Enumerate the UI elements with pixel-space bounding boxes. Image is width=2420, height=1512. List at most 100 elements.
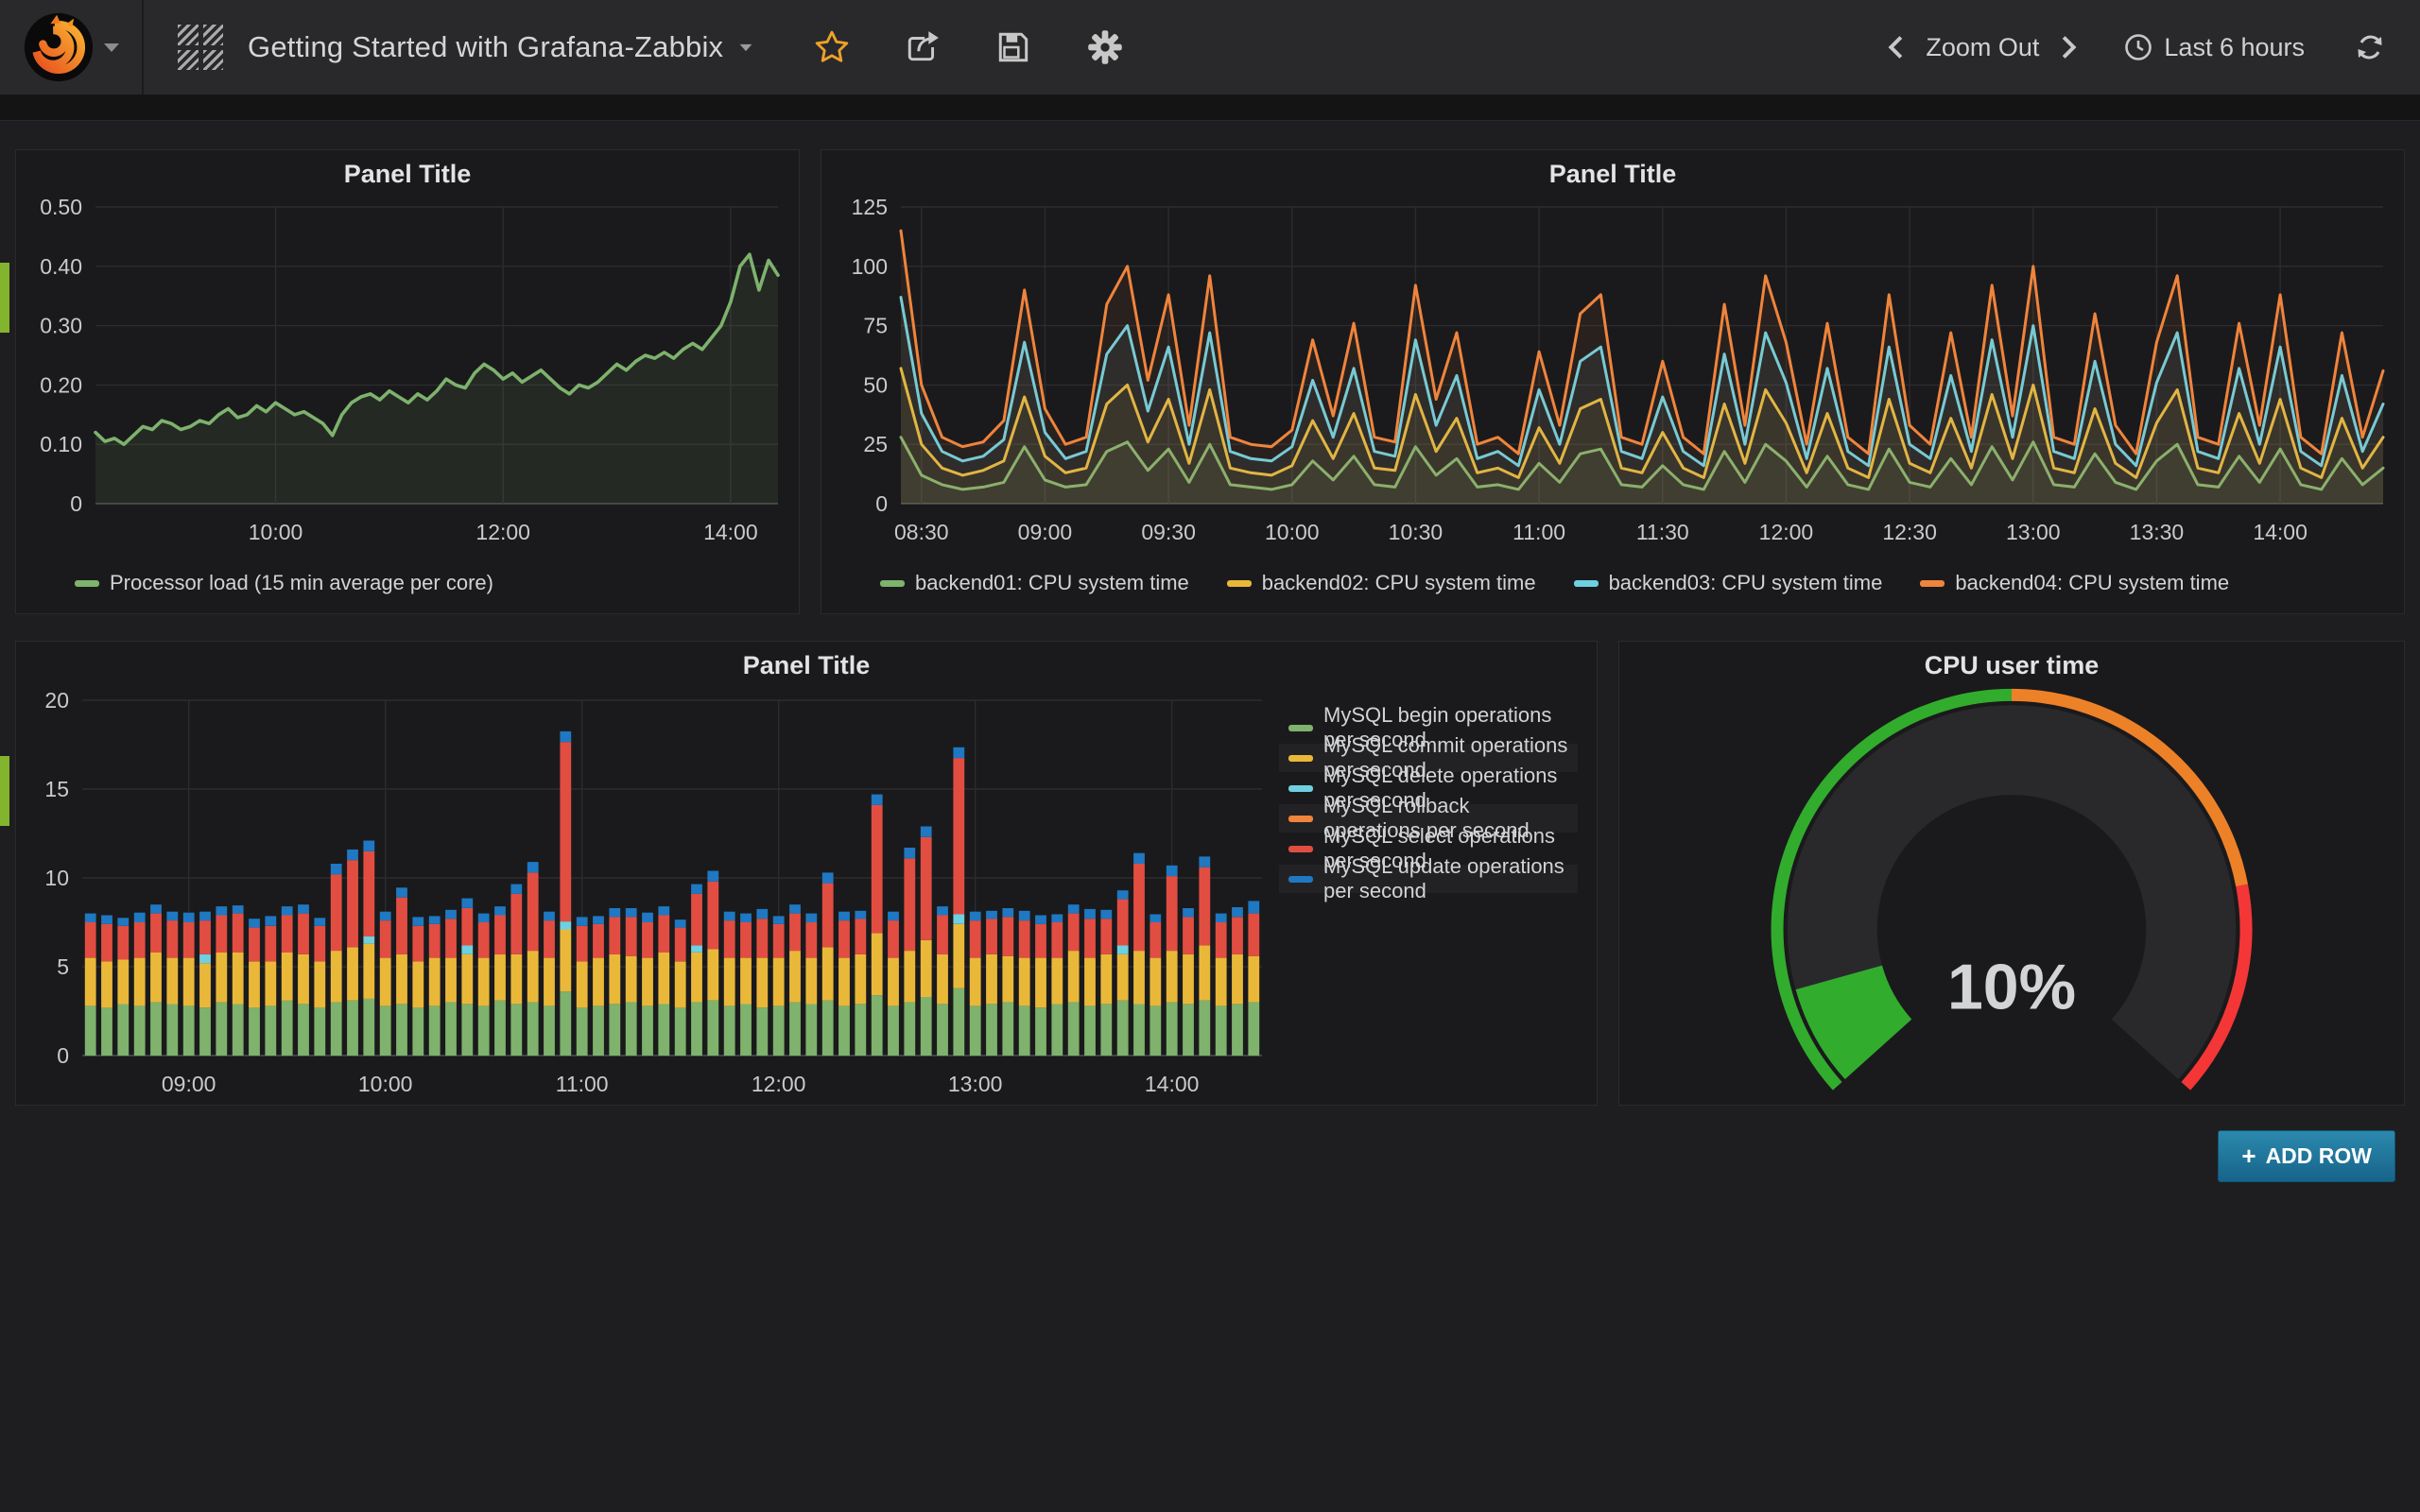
legend-color-dash xyxy=(1288,755,1313,762)
processor-load-chart[interactable]: 00.100.200.300.400.5010:0012:0014:00 xyxy=(16,196,799,553)
grafana-logo-menu[interactable] xyxy=(0,0,144,94)
bar-segment xyxy=(249,961,260,1007)
bar-segment xyxy=(216,916,227,954)
legend-item[interactable]: MySQL update operations per second xyxy=(1279,865,1578,893)
row-toggle-strip[interactable] xyxy=(0,756,9,826)
bar-segment xyxy=(805,914,817,922)
bar-segment xyxy=(150,953,162,1003)
bar-segment xyxy=(838,912,850,920)
bar-segment xyxy=(166,912,178,920)
bar-segment xyxy=(609,908,620,917)
bar-segment xyxy=(396,954,407,1005)
bar-segment xyxy=(265,916,276,925)
zoom-out-right-button[interactable] xyxy=(2060,34,2079,60)
bar-segment xyxy=(822,884,834,948)
panel-cpu-user-time-gauge: CPU user time 10% xyxy=(1618,641,2405,1106)
mysql-operations-chart[interactable]: 0510152009:0010:0011:0012:0013:0014:00 xyxy=(16,687,1275,1105)
bar-segment xyxy=(872,933,883,995)
svg-text:0: 0 xyxy=(875,491,888,516)
svg-text:10:00: 10:00 xyxy=(358,1072,413,1096)
bar-segment xyxy=(1100,1005,1112,1057)
bar-segment xyxy=(855,954,866,1005)
dashboard-title[interactable]: Getting Started with Grafana-Zabbix xyxy=(248,30,723,64)
svg-text:10:00: 10:00 xyxy=(1265,520,1320,544)
save-button[interactable] xyxy=(995,29,1031,65)
bar-segment xyxy=(461,1005,473,1057)
bar-segment xyxy=(331,951,342,1003)
bar-segment xyxy=(494,916,506,954)
chevron-down-icon[interactable] xyxy=(740,43,752,50)
bar-segment xyxy=(609,917,620,954)
save-icon xyxy=(995,29,1031,65)
bar-segment xyxy=(199,912,211,920)
refresh-button[interactable] xyxy=(2354,31,2386,63)
bar-segment xyxy=(904,1003,915,1056)
svg-text:09:00: 09:00 xyxy=(162,1072,216,1096)
legend-item[interactable]: backend02: CPU system time xyxy=(1227,571,1536,595)
bar-segment xyxy=(183,958,195,1006)
zoom-out-label[interactable]: Zoom Out xyxy=(1926,33,2039,62)
bar-segment xyxy=(1167,866,1178,876)
share-button[interactable] xyxy=(905,29,941,65)
legend-label: backend04: CPU system time xyxy=(1955,571,2229,595)
bar-segment xyxy=(216,1003,227,1056)
panel-mysql-operations: Panel Title 0510152009:0010:0011:0012:00… xyxy=(15,641,1598,1106)
navbar: Getting Started with Grafana-Zabbix xyxy=(0,0,2420,94)
bar-segment xyxy=(904,848,915,858)
legend-item[interactable]: backend03: CPU system time xyxy=(1574,571,1883,595)
bar-segment xyxy=(347,1001,358,1056)
bar-segment xyxy=(953,915,964,924)
grafana-logo-icon xyxy=(23,11,95,83)
chevron-left-icon xyxy=(1886,34,1905,60)
panel-title[interactable]: Panel Title xyxy=(16,150,799,196)
bar-segment xyxy=(183,922,195,958)
panel-title[interactable]: Panel Title xyxy=(16,642,1597,687)
legend-item[interactable]: backend04: CPU system time xyxy=(1920,571,2229,595)
bar-segment xyxy=(314,1007,325,1056)
grid-cell xyxy=(178,25,199,45)
panel-title[interactable]: Panel Title xyxy=(821,150,2404,196)
legend-item[interactable]: Processor load (15 min average per core) xyxy=(75,571,493,595)
bar-segment xyxy=(1216,958,1227,1006)
bar-segment xyxy=(478,958,490,1006)
bar-segment xyxy=(707,871,718,882)
bar-segment xyxy=(888,1005,899,1056)
bar-segment xyxy=(740,958,752,1005)
cpu-user-time-gauge: 10% xyxy=(1619,687,2404,1105)
bar-segment xyxy=(527,862,539,872)
bar-segment xyxy=(412,1007,424,1056)
grid-cell xyxy=(203,50,224,71)
bar-segment xyxy=(773,1005,785,1056)
dashboard-actions xyxy=(814,28,1124,66)
bar-segment xyxy=(1216,922,1227,958)
bar-segment xyxy=(445,919,457,957)
bar-segment xyxy=(1068,904,1080,913)
bar-segment xyxy=(855,1005,866,1057)
bar-segment xyxy=(265,961,276,1005)
bar-segment xyxy=(577,1007,588,1056)
dashboard-grid-icon xyxy=(178,25,223,70)
star-button[interactable] xyxy=(814,29,850,65)
legend-color-dash xyxy=(1288,846,1313,852)
zoom-out-left-button[interactable] xyxy=(1886,34,1905,60)
bar-segment xyxy=(593,1005,604,1056)
row-toggle-strip[interactable] xyxy=(0,263,9,333)
bar-segment xyxy=(560,921,571,930)
bar-segment xyxy=(510,954,522,1005)
bar-segment xyxy=(1133,864,1145,951)
bar-segment xyxy=(282,1001,293,1056)
bar-segment xyxy=(199,963,211,1007)
bar-segment xyxy=(805,1005,817,1057)
bar-segment xyxy=(134,922,146,958)
cpu-system-time-chart[interactable]: 025507510012508:3009:0009:3010:0010:3011… xyxy=(821,196,2404,553)
bar-segment xyxy=(1248,1003,1259,1056)
bar-segment xyxy=(937,906,948,915)
add-row-button[interactable]: + ADD ROW xyxy=(2218,1130,2395,1182)
time-range-picker[interactable]: Last 6 hours xyxy=(2124,33,2305,62)
bar-segment xyxy=(1167,1003,1178,1056)
legend: MySQL begin operations per secondMySQL c… xyxy=(1275,687,1597,1105)
panel-title[interactable]: CPU user time xyxy=(1619,642,2404,687)
settings-button[interactable] xyxy=(1086,28,1124,66)
legend-item[interactable]: backend01: CPU system time xyxy=(880,571,1189,595)
bar-segment xyxy=(183,913,195,922)
